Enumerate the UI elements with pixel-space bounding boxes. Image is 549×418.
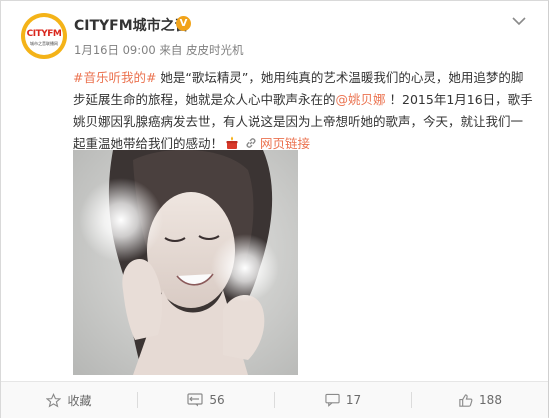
comment-button[interactable]: 17 <box>275 382 411 418</box>
chevron-down-icon[interactable] <box>511 15 527 27</box>
comment-count: 17 <box>345 393 362 407</box>
author-name[interactable]: CITYFM城市之音 <box>74 15 189 35</box>
avatar[interactable]: CITYFM 城市之音联播网 <box>21 13 67 59</box>
repost-button[interactable]: 56 <box>138 382 274 418</box>
avatar-logo-text: CITYFM <box>26 29 62 39</box>
repost-count: 56 <box>209 393 225 407</box>
favorite-button[interactable]: 收藏 <box>1 382 137 418</box>
post-meta: 1月16日 09:00 来自 皮皮时光机 <box>74 42 244 58</box>
hashtag-link[interactable]: #音乐听我的# <box>73 70 156 85</box>
web-link[interactable]: 网页链接 <box>245 136 310 151</box>
favorite-label: 收藏 <box>67 393 92 408</box>
like-count: 188 <box>479 393 502 407</box>
link-icon <box>246 138 256 148</box>
action-bar: 收藏 56 17 188 <box>1 381 548 418</box>
weibo-post-card: CITYFM 城市之音联播网 CITYFM城市之音 V 1月16日 09:00 … <box>0 0 549 418</box>
mention-link[interactable]: @姚贝娜 <box>336 92 386 107</box>
repost-icon <box>187 393 203 407</box>
avatar-logo-subtitle: 城市之音联播网 <box>30 41 58 46</box>
star-icon <box>46 392 62 407</box>
post-photo[interactable] <box>73 150 298 375</box>
post-text: #音乐听我的# 她是“歌坛精灵”，她用纯真的艺术温暖我们的心灵，她用追梦的脚步延… <box>73 67 535 155</box>
source-prefix: 来自 <box>159 43 183 57</box>
verified-badge-icon: V <box>176 16 191 31</box>
comment-icon <box>325 393 340 407</box>
like-button[interactable]: 188 <box>412 382 548 418</box>
candle-emoji-icon <box>226 136 238 149</box>
post-source[interactable]: 皮皮时光机 <box>186 43 244 57</box>
web-link-label: 网页链接 <box>260 136 311 151</box>
post-date[interactable]: 1月16日 09:00 <box>74 43 156 57</box>
singer-portrait-image <box>73 150 298 375</box>
thumbs-up-icon <box>459 393 473 407</box>
